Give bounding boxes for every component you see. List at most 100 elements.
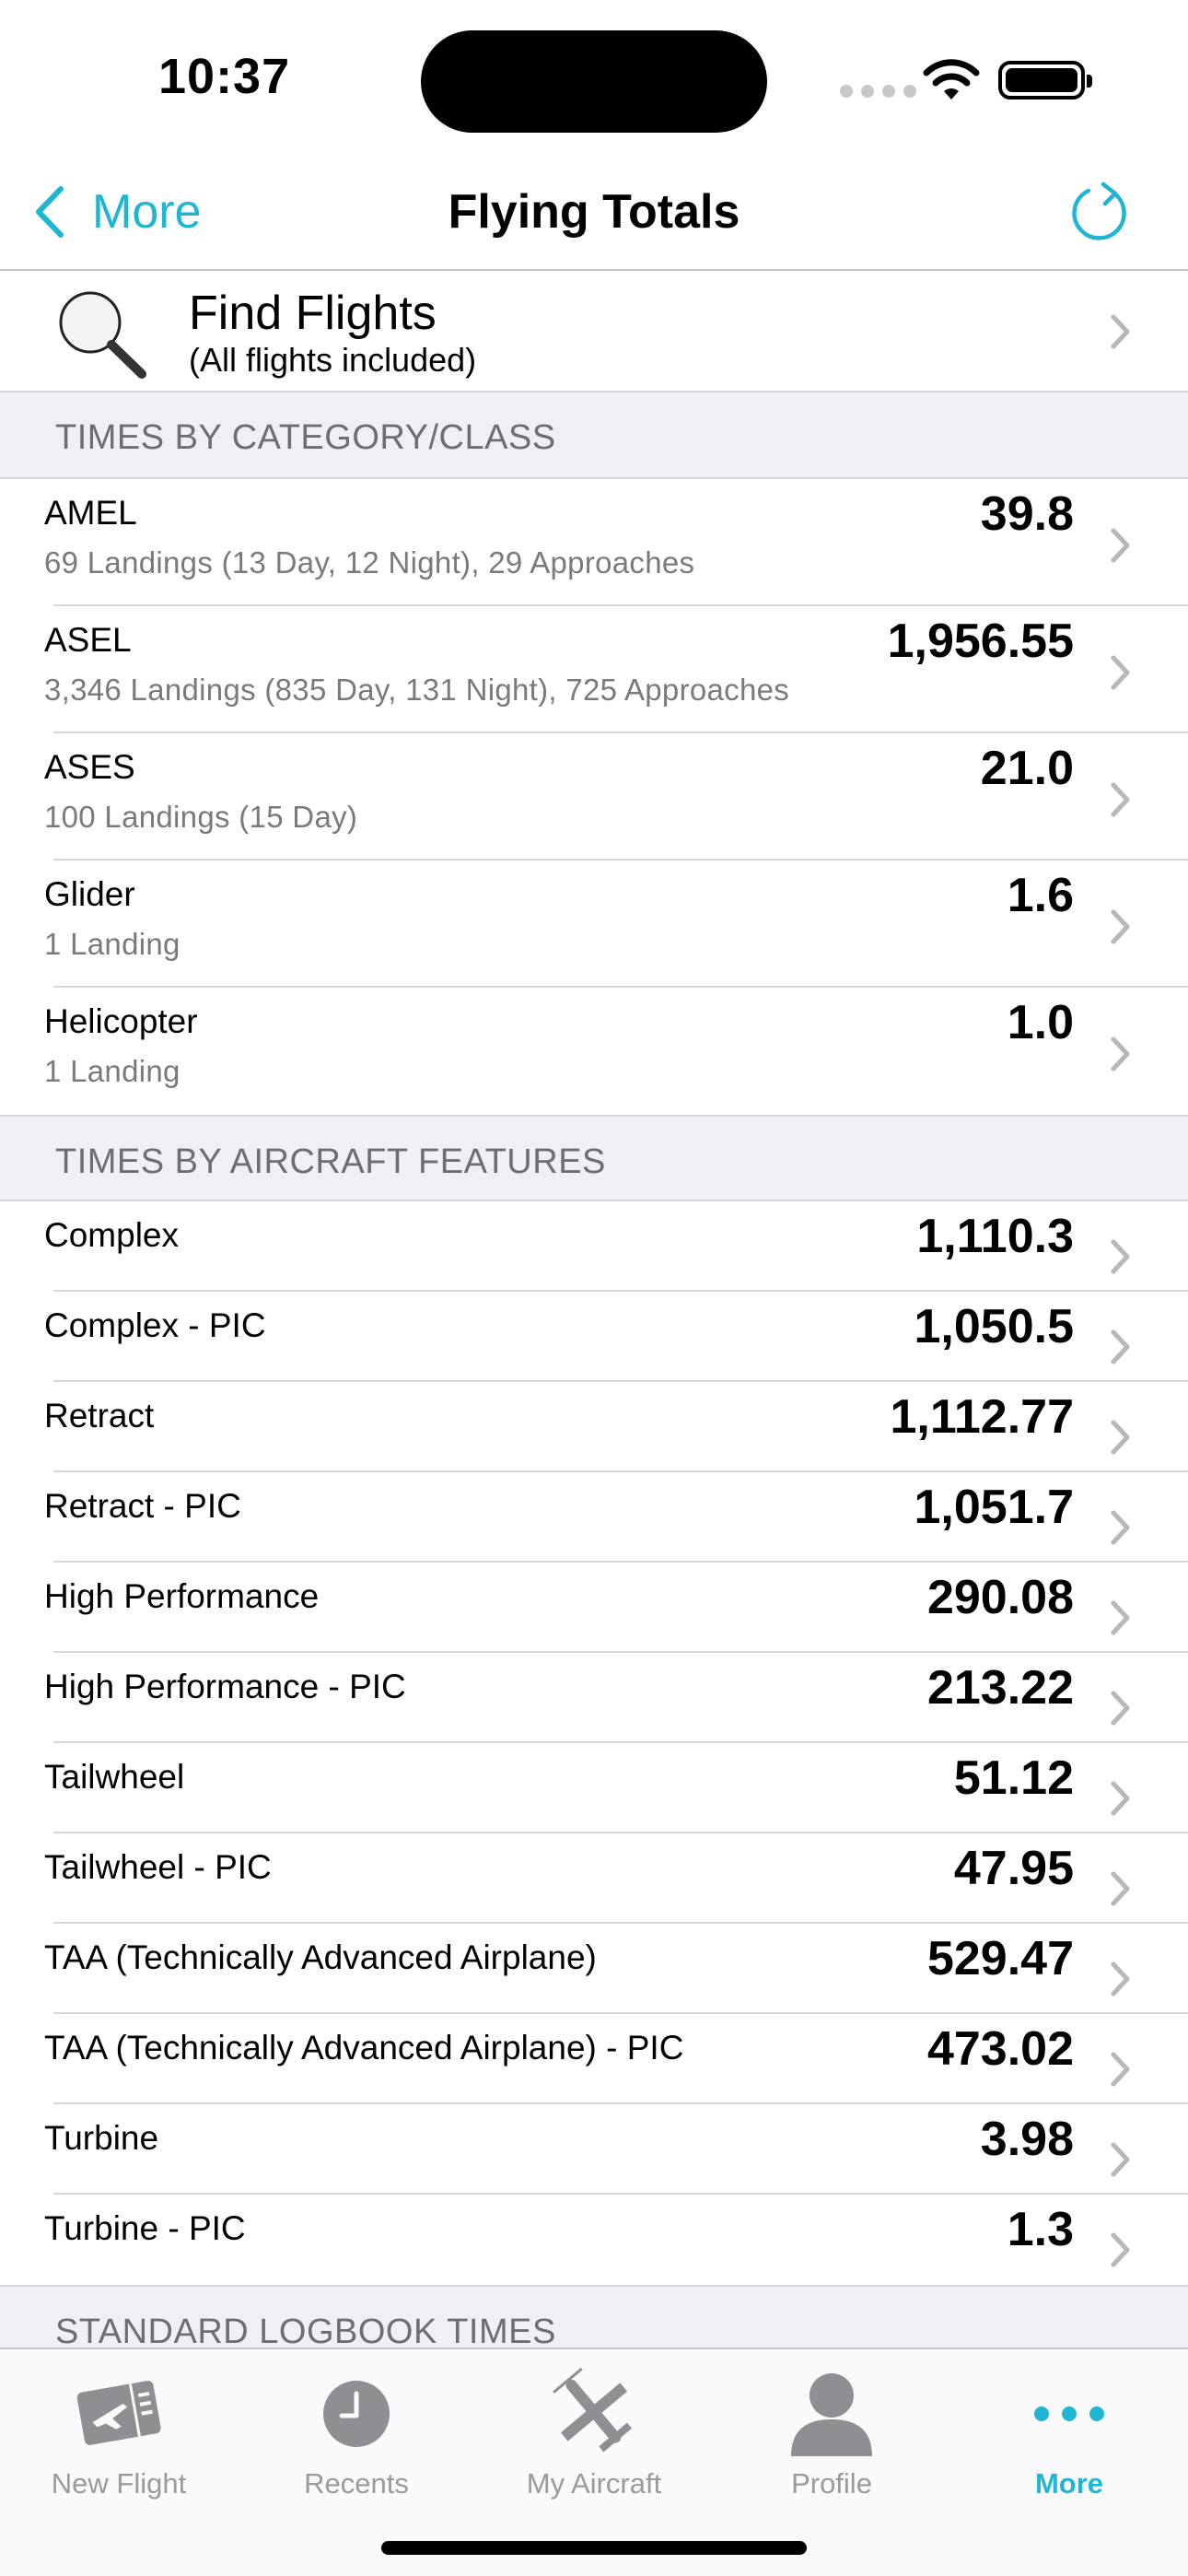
row-value: 529.47 — [926, 1932, 1074, 1985]
feature-row[interactable]: Retract 1,112.77 — [0, 1382, 1188, 1472]
chevron-right-icon — [1111, 1691, 1130, 1726]
row-value: 47.95 — [953, 1842, 1074, 1895]
row-label: High Performance — [44, 1577, 320, 1615]
tab-label: More — [1034, 2467, 1104, 2500]
row-detail: 1 Landing — [44, 927, 181, 961]
magnifier-icon — [59, 291, 146, 379]
category-row[interactable]: Glider 1 Landing 1.6 — [0, 861, 1188, 988]
tab-label: New Flight — [51, 2467, 187, 2500]
chevron-right-icon — [1111, 909, 1130, 944]
row-label: Complex - PIC — [44, 1306, 266, 1344]
chevron-right-icon — [1111, 655, 1130, 690]
row-label: Tailwheel - PIC — [44, 1848, 272, 1886]
row-value: 3.98 — [980, 2113, 1074, 2166]
chevron-right-icon — [1111, 2052, 1130, 2087]
row-detail: 1 Landing — [44, 1054, 181, 1088]
row-label: AMEL — [44, 494, 137, 532]
row-value: 213.22 — [926, 1661, 1074, 1715]
row-detail: 100 Landings (15 Day) — [44, 800, 358, 834]
tab-my-aircraft[interactable]: My Aircraft — [475, 2349, 713, 2515]
navigation-bar: More Flying Totals — [0, 147, 1188, 271]
section-header-category: TIMES BY CATEGORY/CLASS — [0, 392, 1188, 479]
row-label: Turbine - PIC — [44, 2209, 246, 2247]
row-label: Turbine — [44, 2119, 159, 2157]
section-header-label: STANDARD LOGBOOK TIMES — [55, 2313, 556, 2351]
tab-label: Profile — [791, 2467, 872, 2500]
tab-profile[interactable]: Profile — [713, 2349, 950, 2515]
find-flights-row[interactable]: Find Flights (All flights included) — [0, 271, 1188, 392]
row-value: 1,110.3 — [916, 1210, 1074, 1263]
row-label: Retract - PIC — [44, 1487, 241, 1525]
status-time: 10:37 — [158, 49, 291, 104]
tab-more[interactable]: More — [950, 2349, 1188, 2515]
feature-row[interactable]: Tailwheel - PIC 47.95 — [0, 1833, 1188, 1924]
row-value: 1,050.5 — [914, 1300, 1075, 1353]
row-label: Glider — [44, 875, 135, 913]
chevron-right-icon — [1111, 1781, 1130, 1816]
row-detail: 69 Landings (13 Day, 12 Night), 29 Appro… — [44, 545, 695, 580]
feature-row[interactable]: Complex - PIC 1,050.5 — [0, 1292, 1188, 1382]
feature-row[interactable]: Turbine 3.98 — [0, 2104, 1188, 2195]
row-value: 39.8 — [980, 487, 1074, 541]
tab-label: My Aircraft — [526, 2467, 662, 2500]
chevron-right-icon — [1111, 1329, 1130, 1364]
chevron-right-icon — [1111, 1510, 1130, 1545]
feature-row[interactable]: Complex 1,110.3 — [0, 1201, 1188, 1292]
row-value: 473.02 — [926, 2022, 1074, 2076]
feature-row[interactable]: Retract - PIC 1,051.7 — [0, 1472, 1188, 1563]
airplane-icon — [553, 2367, 633, 2453]
chevron-right-icon — [1111, 1961, 1130, 1996]
home-indicator — [381, 2541, 807, 2555]
row-value: 1.6 — [1007, 869, 1074, 922]
battery-icon — [998, 61, 1092, 100]
clock-icon — [323, 2381, 390, 2447]
category-row[interactable]: Helicopter 1 Landing 1.0 — [0, 988, 1188, 1115]
row-detail: 3,346 Landings (835 Day, 131 Night), 725… — [44, 673, 790, 707]
chevron-right-icon — [1111, 528, 1130, 563]
feature-row[interactable]: High Performance 290.08 — [0, 1563, 1188, 1653]
chevron-right-icon — [1111, 2142, 1130, 2177]
section-header-label: TIMES BY CATEGORY/CLASS — [55, 418, 556, 457]
row-label: ASEL — [44, 621, 132, 659]
find-flights-subtitle: (All flights included) — [189, 341, 477, 379]
chevron-right-icon — [1111, 1600, 1130, 1635]
row-label: Tailwheel — [44, 1758, 185, 1796]
row-label: TAA (Technically Advanced Airplane) - PI… — [44, 2029, 684, 2067]
row-value: 1.0 — [1007, 996, 1074, 1049]
row-label: High Performance - PIC — [44, 1668, 406, 1705]
section-header-features: TIMES BY AIRCRAFT FEATURES — [0, 1115, 1188, 1201]
category-row[interactable]: AMEL 69 Landings (13 Day, 12 Night), 29 … — [0, 479, 1188, 606]
row-label: TAA (Technically Advanced Airplane) — [44, 1938, 597, 1976]
row-value: 1,051.7 — [914, 1481, 1075, 1534]
row-value: 290.08 — [926, 1571, 1074, 1624]
tab-recents[interactable]: Recents — [238, 2349, 475, 2515]
tab-new-flight[interactable]: New Flight — [0, 2349, 238, 2515]
refresh-icon[interactable] — [1066, 179, 1133, 245]
category-row[interactable]: ASEL 3,346 Landings (835 Day, 131 Night)… — [0, 606, 1188, 733]
feature-row[interactable]: Turbine - PIC 1.3 — [0, 2195, 1188, 2285]
chevron-right-icon — [1111, 782, 1130, 817]
find-flights-title: Find Flights — [189, 287, 437, 340]
wifi-icon — [923, 59, 980, 100]
chevron-right-icon — [1111, 2232, 1130, 2267]
row-value: 21.0 — [980, 742, 1074, 795]
feature-row[interactable]: High Performance - PIC 213.22 — [0, 1653, 1188, 1743]
new-flight-icon — [76, 2381, 161, 2445]
chevron-right-icon — [1111, 1871, 1130, 1906]
dynamic-island — [421, 30, 767, 133]
category-row[interactable]: ASES 100 Landings (15 Day) 21.0 — [0, 733, 1188, 861]
row-value: 1,956.55 — [887, 615, 1074, 668]
status-bar: 10:37 — [0, 0, 1188, 147]
page-title: Flying Totals — [448, 185, 740, 239]
tab-label: Recents — [304, 2467, 409, 2500]
chevron-right-icon — [1111, 1036, 1130, 1071]
feature-row[interactable]: Tailwheel 51.12 — [0, 1743, 1188, 1833]
feature-row[interactable]: TAA (Technically Advanced Airplane) - PI… — [0, 2014, 1188, 2104]
row-label: Retract — [44, 1397, 155, 1434]
row-label: Helicopter — [44, 1002, 198, 1040]
person-icon — [791, 2373, 872, 2456]
chevron-right-icon — [1111, 1420, 1130, 1455]
ellipsis-icon — [1034, 2406, 1104, 2421]
cellular-signal-icon — [840, 85, 916, 98]
feature-row[interactable]: TAA (Technically Advanced Airplane) 529.… — [0, 1924, 1188, 2014]
